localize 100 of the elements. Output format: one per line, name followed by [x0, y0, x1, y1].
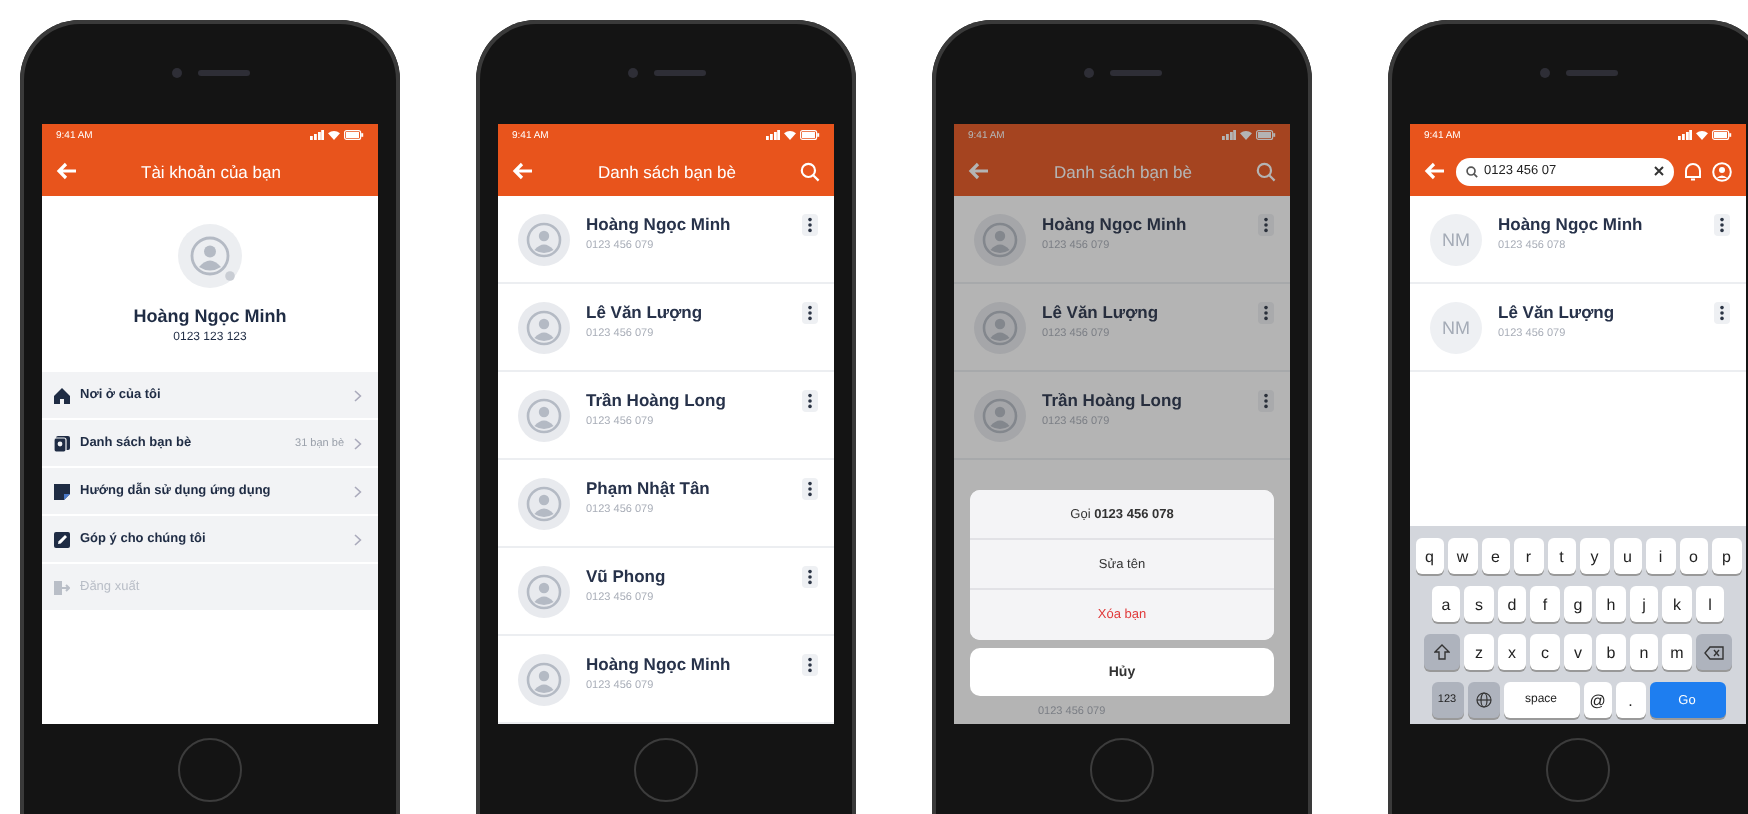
keyboard-key[interactable]: z	[1464, 634, 1494, 670]
globe-icon	[1475, 692, 1491, 708]
more-options-icon[interactable]	[1258, 390, 1274, 412]
avatar-icon	[518, 565, 570, 617]
shift-key[interactable]	[1424, 634, 1461, 670]
more-options-icon[interactable]	[1714, 214, 1730, 236]
contact-name: Lê Văn Lượng	[1042, 302, 1161, 322]
keyboard-key[interactable]: s	[1464, 586, 1494, 622]
avatar-icon	[518, 653, 570, 705]
keyboard-key[interactable]: p	[1712, 538, 1741, 574]
chevron-icon	[354, 389, 362, 401]
keyboard-key[interactable]: .	[1616, 682, 1645, 718]
avatar-icon	[974, 389, 1026, 441]
contact-name: Hoàng Ngọc Minh	[586, 654, 733, 674]
contact-name: Hoàng Ngọc Minh	[1498, 214, 1645, 234]
user-icon[interactable]	[1712, 161, 1732, 181]
keyboard-key[interactable]: x	[1497, 634, 1527, 670]
back-arrow-icon[interactable]	[968, 162, 990, 180]
back-arrow-icon[interactable]	[56, 162, 78, 180]
more-options-icon[interactable]	[1258, 302, 1274, 324]
keyboard-key[interactable]: o	[1679, 538, 1708, 574]
back-arrow-icon[interactable]	[1424, 162, 1446, 180]
keyboard-key[interactable]: v	[1563, 634, 1593, 670]
keyboard-key[interactable]: k	[1662, 586, 1692, 622]
keyboard-key[interactable]: i	[1646, 538, 1675, 574]
more-options-icon[interactable]	[1714, 302, 1730, 324]
more-options-icon[interactable]	[802, 390, 818, 412]
speaker-grille	[1565, 69, 1617, 75]
chevron-icon	[354, 533, 362, 545]
contact-name: Lê Văn Lượng	[1498, 302, 1617, 322]
screen-title: Tài khoản của bạn	[139, 161, 283, 181]
bell-icon[interactable]	[1684, 161, 1702, 181]
avatar-icon	[974, 213, 1026, 265]
contact-name: Vũ Phong	[586, 566, 668, 586]
contact-book-icon	[54, 435, 70, 451]
avatar-icon	[974, 301, 1026, 353]
battery-icon	[1256, 130, 1276, 140]
search-icon	[1466, 165, 1478, 177]
chevron-icon	[354, 437, 362, 449]
keyboard-key[interactable]: r	[1514, 538, 1543, 574]
search-icon[interactable]	[800, 161, 820, 181]
keyboard-key[interactable]: m	[1662, 634, 1692, 670]
contact-name: Hoàng Ngọc Minh	[1042, 214, 1189, 234]
contact-name: Hoàng Ngọc Minh	[586, 214, 733, 234]
more-options-icon[interactable]	[802, 302, 818, 324]
contact-name: Lê Văn Lượng	[586, 302, 705, 322]
search-icon[interactable]	[1256, 161, 1276, 181]
back-arrow-icon[interactable]	[512, 162, 534, 180]
camera-icon	[171, 67, 181, 77]
wifi-icon	[1696, 130, 1708, 140]
initials-avatar: NM	[1430, 213, 1482, 265]
guide-book-icon	[54, 483, 70, 499]
avatar-icon	[518, 477, 570, 529]
speaker-grille	[1109, 69, 1161, 75]
keyboard-key[interactable]: h	[1596, 586, 1626, 622]
shift-icon	[1434, 644, 1451, 660]
speaker-grille	[653, 69, 705, 75]
home-icon	[54, 387, 70, 403]
avatar-icon	[518, 213, 570, 265]
signal-icon	[310, 130, 324, 140]
backspace-key[interactable]	[1695, 634, 1732, 670]
logout-icon	[54, 579, 70, 595]
more-options-icon[interactable]	[802, 654, 818, 676]
keyboard-key[interactable]: d	[1497, 586, 1527, 622]
battery-icon	[800, 130, 820, 140]
battery-icon	[1712, 130, 1732, 140]
more-options-icon[interactable]	[802, 478, 818, 500]
signal-icon	[1678, 130, 1692, 140]
clear-icon[interactable]	[1654, 166, 1664, 176]
keyboard-key[interactable]: j	[1629, 586, 1659, 622]
contact-name: Phạm Nhật Tân	[586, 478, 712, 498]
contact-name: Trần Hoàng Long	[586, 390, 728, 410]
keyboard-key[interactable]: @	[1583, 682, 1612, 718]
keyboard-key[interactable]: t	[1547, 538, 1576, 574]
avatar-icon	[518, 389, 570, 441]
profile-name: Hoàng Ngọc Minh	[133, 306, 287, 326]
initials-avatar: NM	[1430, 301, 1482, 353]
keyboard-key[interactable]: e	[1481, 538, 1510, 574]
more-options-icon[interactable]	[1258, 214, 1274, 236]
keyboard-key[interactable]: a	[1431, 586, 1461, 622]
keyboard-key[interactable]: u	[1613, 538, 1642, 574]
keyboard-key[interactable]: y	[1580, 538, 1609, 574]
camera-icon	[627, 67, 637, 77]
signal-icon	[766, 130, 780, 140]
keyboard-key[interactable]: g	[1563, 586, 1593, 622]
keyboard-key[interactable]: w	[1448, 538, 1477, 574]
keyboard-key[interactable]: l	[1695, 586, 1725, 622]
backspace-icon	[1703, 645, 1724, 659]
more-options-icon[interactable]	[802, 566, 818, 588]
battery-icon	[344, 130, 364, 140]
more-options-icon[interactable]	[802, 214, 818, 236]
wifi-icon	[784, 130, 796, 140]
edit-note-icon	[54, 531, 70, 547]
keyboard-key[interactable]: q	[1415, 538, 1444, 574]
keyboard-key[interactable]: f	[1530, 586, 1560, 622]
keyboard-key[interactable]: b	[1596, 634, 1626, 670]
globe-key[interactable]	[1467, 682, 1499, 718]
keyboard-key[interactable]: n	[1629, 634, 1659, 670]
keyboard-key[interactable]: c	[1530, 634, 1560, 670]
camera-icon	[1083, 67, 1093, 77]
